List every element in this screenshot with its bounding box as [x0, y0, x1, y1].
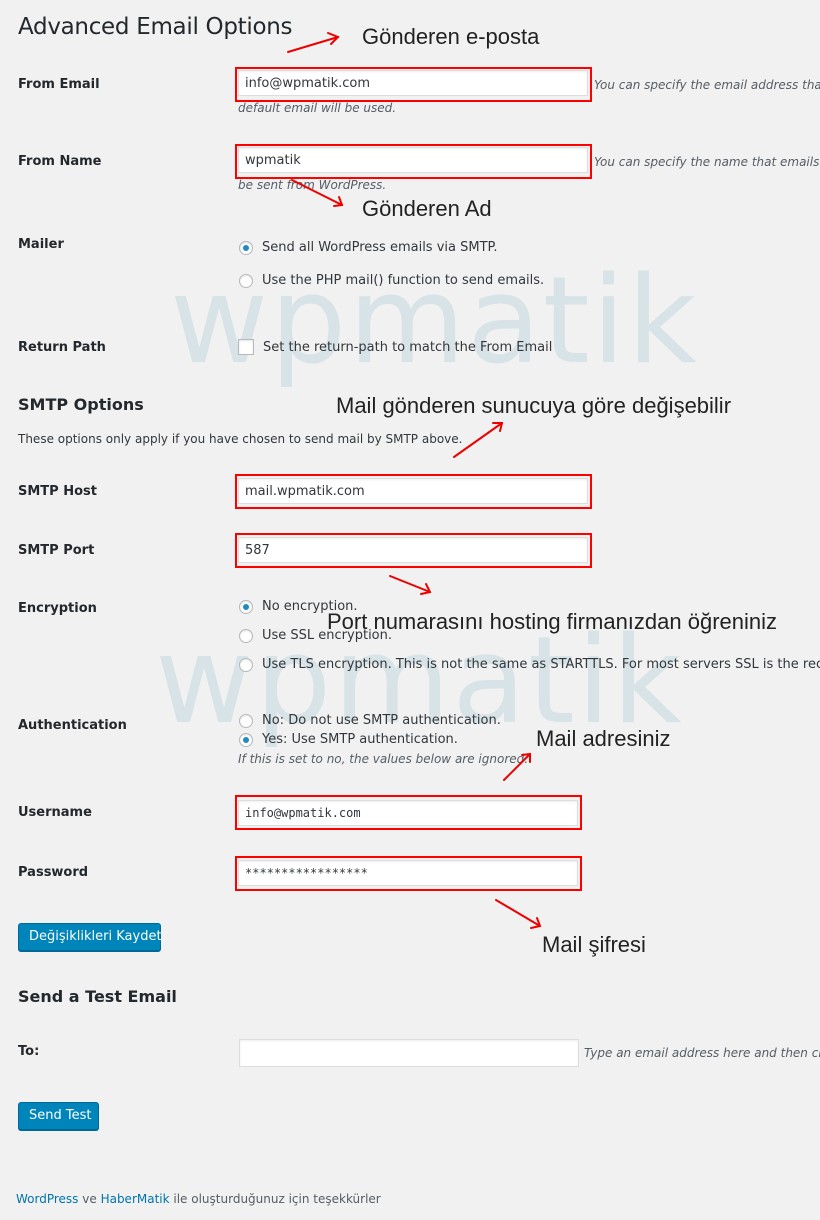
- annotation-password: Mail şifresi: [542, 932, 646, 957]
- test-email-title: Send a Test Email: [18, 987, 177, 1006]
- highlight-box: [235, 144, 592, 179]
- return-path-checkbox[interactable]: [238, 339, 254, 355]
- radio-unchecked[interactable]: [239, 273, 253, 288]
- radio-checked[interactable]: [239, 599, 253, 614]
- footer-wordpress-link[interactable]: WordPress: [16, 1192, 78, 1206]
- from-email-description-cont: default email will be used.: [238, 101, 397, 115]
- encryption-option-tls-label: Use TLS encryption. This is not the same…: [262, 657, 820, 672]
- return-path-label: Return Path: [18, 340, 106, 355]
- authentication-note: If this is set to no, the values below a…: [238, 752, 529, 766]
- encryption-label: Encryption: [18, 601, 97, 616]
- arrow-icon: [287, 32, 340, 53]
- test-email-to-label: To:: [18, 1044, 40, 1059]
- authentication-option-yes-label: Yes: Use SMTP authentication.: [262, 732, 458, 747]
- from-name-description-cont: be sent from WordPress.: [238, 178, 387, 192]
- arrow-icon: [495, 899, 542, 929]
- from-email-label: From Email: [18, 77, 100, 92]
- encryption-option-tls[interactable]: Use TLS encryption. This is not the same…: [239, 657, 820, 672]
- radio-unchecked[interactable]: [239, 713, 253, 728]
- radio-unchecked[interactable]: [239, 628, 253, 643]
- smtp-port-label: SMTP Port: [18, 543, 95, 558]
- send-test-button[interactable]: Send Test: [18, 1102, 99, 1130]
- username-label: Username: [18, 805, 92, 820]
- page-title: Advanced Email Options: [18, 14, 293, 40]
- smtp-options-title: SMTP Options: [18, 395, 144, 414]
- mailer-option-smtp-label: Send all WordPress emails via SMTP.: [262, 240, 498, 255]
- radio-checked[interactable]: [239, 240, 253, 255]
- authentication-label: Authentication: [18, 718, 127, 733]
- annotation-smtp-host: Mail gönderen sunucuya göre değişebilir: [336, 393, 732, 418]
- mailer-option-smtp[interactable]: Send all WordPress emails via SMTP.: [239, 240, 497, 255]
- footer: WordPress ve HaberMatik ile oluşturduğun…: [16, 1192, 381, 1206]
- footer-suffix: ile oluşturduğunuz için teşekkürler: [169, 1192, 381, 1206]
- authentication-option-yes[interactable]: Yes: Use SMTP authentication.: [239, 732, 458, 747]
- from-name-label: From Name: [18, 154, 102, 169]
- smtp-host-label: SMTP Host: [18, 484, 97, 499]
- radio-checked[interactable]: [239, 732, 253, 747]
- annotation-smtp-port: Port numarasını hosting firmanızdan öğre…: [327, 609, 778, 634]
- password-label: Password: [18, 865, 89, 880]
- test-email-to-input[interactable]: [239, 1039, 579, 1067]
- return-path-checkbox-label: Set the return-path to match the From Em…: [263, 339, 553, 355]
- authentication-option-no[interactable]: No: Do not use SMTP authentication.: [239, 713, 501, 728]
- save-changes-button[interactable]: Değişiklikleri Kaydet: [18, 923, 162, 951]
- mailer-label: Mailer: [18, 237, 64, 252]
- from-name-description: You can specify the name that emails sh: [594, 155, 820, 169]
- smtp-options-description: These options only apply if you have cho…: [18, 432, 463, 446]
- highlight-box: [235, 795, 582, 830]
- arrow-icon: [389, 575, 432, 595]
- highlight-box: [235, 474, 592, 509]
- return-path-option[interactable]: Set the return-path to match the From Em…: [238, 339, 552, 355]
- mailer-option-php[interactable]: Use the PHP mail() function to send emai…: [239, 273, 544, 288]
- annotation-username: Mail adresiniz: [536, 726, 671, 751]
- highlight-box: [235, 533, 592, 568]
- footer-habermatik-link[interactable]: HaberMatik: [101, 1192, 170, 1206]
- from-email-description: You can specify the email address that e: [594, 78, 820, 92]
- highlight-box: [235, 67, 592, 102]
- annotation-from-name: Gönderen Ad: [362, 196, 492, 221]
- annotation-from-email: Gönderen e-posta: [362, 24, 540, 49]
- authentication-option-no-label: No: Do not use SMTP authentication.: [262, 713, 501, 728]
- footer-connector: ve: [78, 1192, 101, 1206]
- highlight-box: [235, 856, 582, 891]
- radio-unchecked[interactable]: [239, 657, 253, 672]
- test-email-description: Type an email address here and then clic…: [584, 1046, 820, 1060]
- mailer-option-php-label: Use the PHP mail() function to send emai…: [262, 273, 545, 288]
